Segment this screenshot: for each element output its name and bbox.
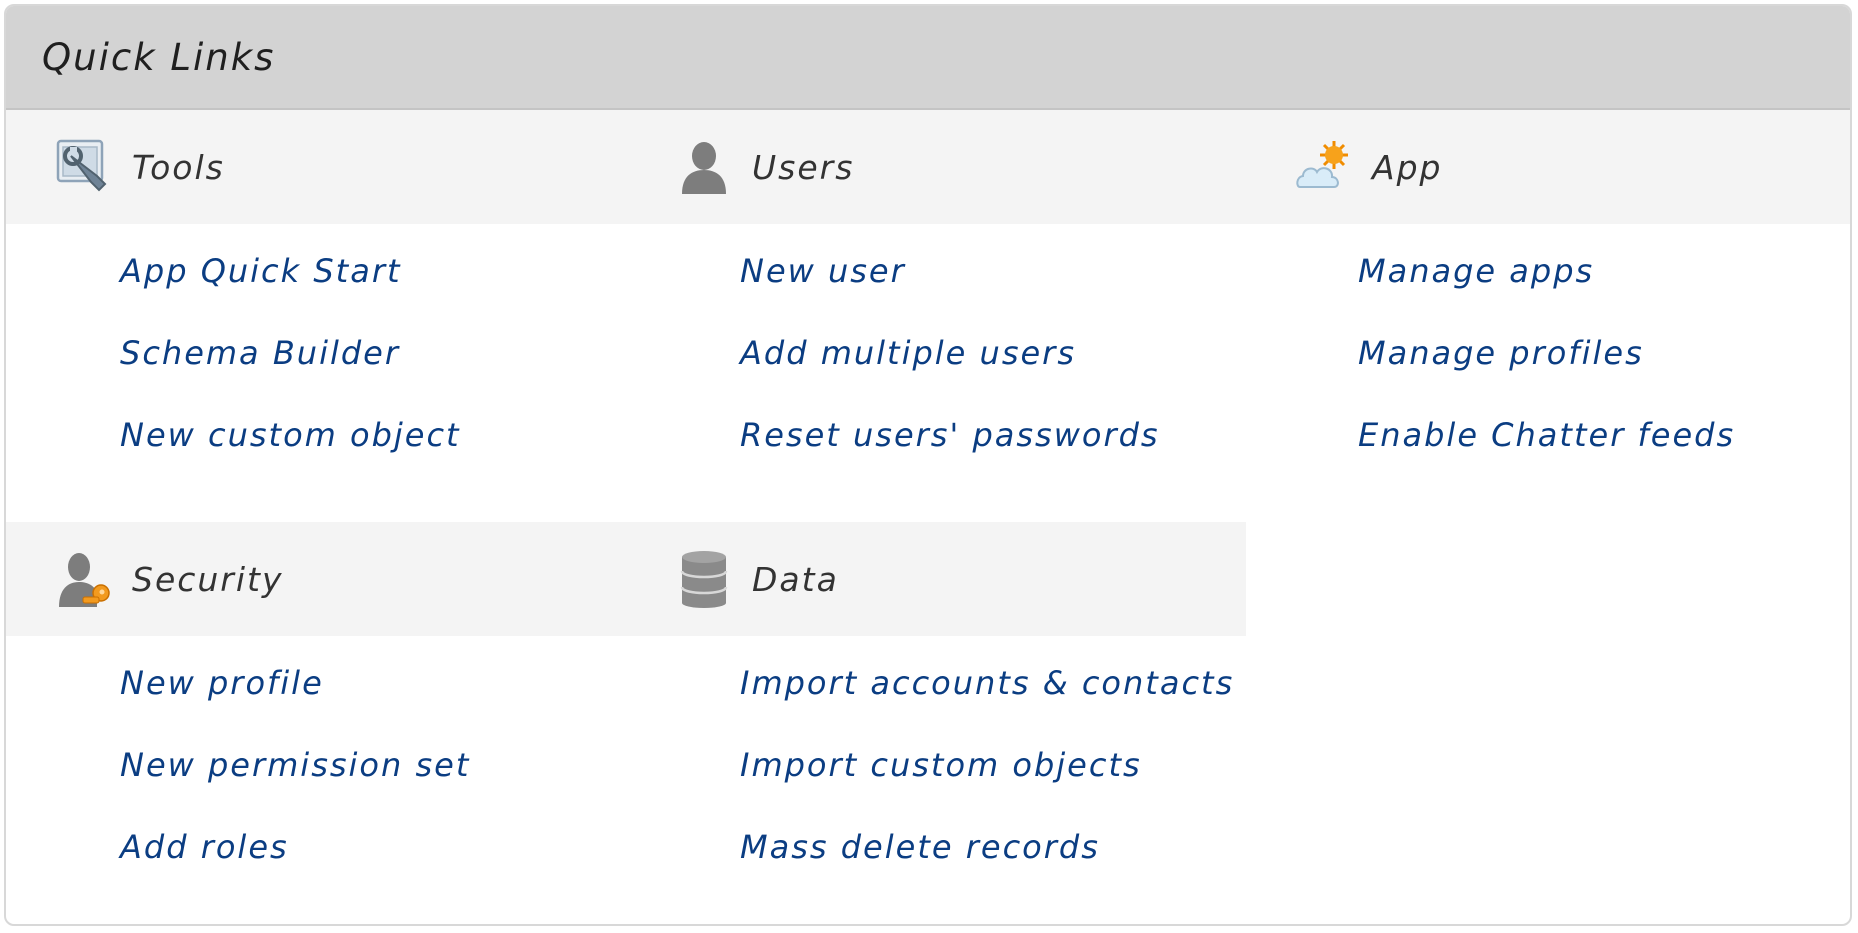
link-app-quick-start[interactable]: App Quick Start xyxy=(120,252,402,290)
users-links: New user Add multiple users Reset users'… xyxy=(740,246,1160,492)
cloud-sun-icon xyxy=(1294,137,1354,197)
link-enable-chatter-feeds[interactable]: Enable Chatter feeds xyxy=(1358,416,1735,454)
section-header-app: App xyxy=(1246,110,1850,224)
data-links: Import accounts & contacts Import custom… xyxy=(740,658,1234,904)
link-manage-apps[interactable]: Manage apps xyxy=(1358,252,1594,290)
list-item: Add multiple users xyxy=(740,328,1160,410)
tools-icon xyxy=(54,137,114,197)
link-add-multiple-users[interactable]: Add multiple users xyxy=(740,334,1076,372)
link-import-custom-objects[interactable]: Import custom objects xyxy=(740,746,1142,784)
section-header-security: Security xyxy=(6,522,626,636)
security-links: New profile New permission set Add roles xyxy=(120,658,470,904)
database-icon xyxy=(674,549,734,609)
panel-header: Quick Links xyxy=(6,6,1850,110)
list-item: Manage profiles xyxy=(1358,328,1735,410)
user-icon xyxy=(674,137,734,197)
panel-title: Quick Links xyxy=(42,35,276,79)
tools-links: App Quick Start Schema Builder New custo… xyxy=(120,246,461,492)
section-label-tools: Tools xyxy=(132,147,225,187)
link-new-profile[interactable]: New profile xyxy=(120,664,324,702)
section-label-users: Users xyxy=(752,147,855,187)
link-new-user[interactable]: New user xyxy=(740,252,906,290)
section-label-data: Data xyxy=(752,559,839,599)
list-item: New user xyxy=(740,246,1160,328)
link-manage-profiles[interactable]: Manage profiles xyxy=(1358,334,1644,372)
quick-links-panel: Quick Links Tools Users App App Quick St… xyxy=(4,4,1852,926)
section-header-tools: Tools xyxy=(6,110,626,224)
link-schema-builder[interactable]: Schema Builder xyxy=(120,334,400,372)
link-add-roles[interactable]: Add roles xyxy=(120,828,289,866)
list-item: Add roles xyxy=(120,822,470,904)
list-item: App Quick Start xyxy=(120,246,461,328)
list-item: Enable Chatter feeds xyxy=(1358,410,1735,492)
link-mass-delete-records[interactable]: Mass delete records xyxy=(740,828,1100,866)
section-label-app: App xyxy=(1372,147,1443,187)
list-item: Reset users' passwords xyxy=(740,410,1160,492)
list-item: Schema Builder xyxy=(120,328,461,410)
link-new-custom-object[interactable]: New custom object xyxy=(120,416,461,454)
app-links: Manage apps Manage profiles Enable Chatt… xyxy=(1358,246,1735,492)
section-label-security: Security xyxy=(132,559,284,599)
list-item: Manage apps xyxy=(1358,246,1735,328)
list-item: New custom object xyxy=(120,410,461,492)
list-item: New permission set xyxy=(120,740,470,822)
user-key-icon xyxy=(54,549,114,609)
link-reset-users-passwords[interactable]: Reset users' passwords xyxy=(740,416,1160,454)
section-header-users: Users xyxy=(626,110,1246,224)
list-item: Mass delete records xyxy=(740,822,1234,904)
link-new-permission-set[interactable]: New permission set xyxy=(120,746,470,784)
list-item: Import accounts & contacts xyxy=(740,658,1234,740)
list-item: Import custom objects xyxy=(740,740,1234,822)
section-header-data: Data xyxy=(626,522,1246,636)
link-import-accounts-contacts[interactable]: Import accounts & contacts xyxy=(740,664,1234,702)
list-item: New profile xyxy=(120,658,470,740)
